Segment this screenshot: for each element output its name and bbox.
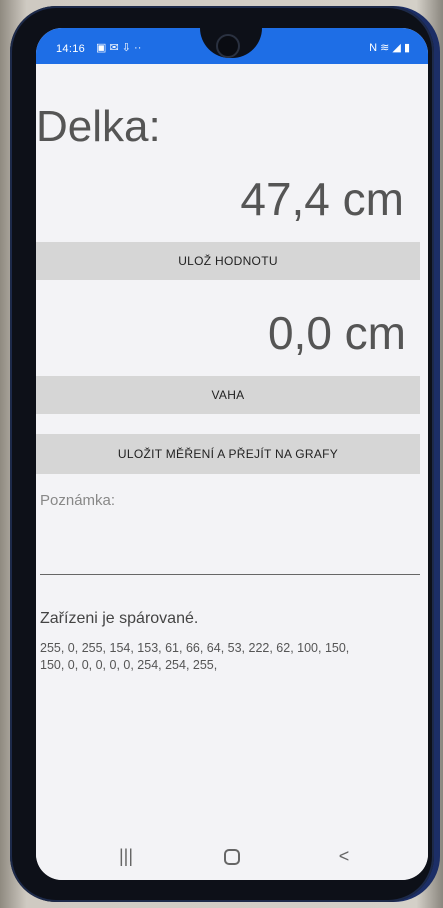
recent-apps-icon: |||: [118, 846, 134, 866]
length-value: 47,4 cm: [240, 173, 404, 225]
more-icon: ··: [134, 42, 142, 54]
status-right-icons: N ≋ ◢ ▮: [369, 41, 410, 54]
received-bytes: 255, 0, 255, 154, 153, 61, 66, 64, 53, 2…: [40, 640, 420, 674]
navigation-bar: ||| <: [36, 834, 428, 880]
download-icon: ⇩: [121, 42, 131, 54]
phone-frame: 14:16 ▣ ✉ ⇩ ·· N ≋ ◢ ▮ Delka: 47,4 cm UL…: [10, 6, 434, 902]
weight-button[interactable]: VAHA: [36, 376, 420, 414]
note-field[interactable]: Poznámka:: [40, 492, 115, 509]
page-title: Delka:: [36, 102, 161, 151]
home-icon: [224, 849, 240, 866]
notification-icon: ✉: [109, 42, 119, 54]
weight-value: 0,0 cm: [267, 307, 406, 359]
home-button[interactable]: [212, 842, 252, 870]
nfc-icon: N: [369, 42, 378, 54]
back-icon: <: [338, 846, 350, 866]
app-content: Delka: 47,4 cm ULOŽ HODNOTU 0,0 cm VAHA …: [36, 64, 428, 834]
device-status: Zařízeni je spárované.: [40, 610, 199, 627]
status-time: 14:16: [56, 43, 86, 55]
bytes-line-2: 150, 0, 0, 0, 0, 0, 254, 254, 255,: [40, 658, 218, 672]
front-camera: [216, 34, 240, 58]
gallery-icon: ▣: [96, 42, 107, 54]
bytes-line-1: 255, 0, 255, 154, 153, 61, 66, 64, 53, 2…: [40, 641, 350, 655]
back-button[interactable]: <: [324, 842, 364, 870]
recent-apps-button[interactable]: |||: [106, 842, 146, 870]
save-value-button[interactable]: ULOŽ HODNOTU: [36, 242, 420, 280]
signal-icon: ◢: [392, 42, 401, 54]
status-left-icons: ▣ ✉ ⇩ ··: [96, 41, 141, 54]
phone-screen: 14:16 ▣ ✉ ⇩ ·· N ≋ ◢ ▮ Delka: 47,4 cm UL…: [36, 28, 428, 880]
save-and-graph-button[interactable]: ULOŽIT MĚŘENÍ A PŘEJÍT NA GRAFY: [36, 434, 420, 474]
note-field-underline: [40, 574, 420, 575]
wifi-icon: ≋: [380, 42, 390, 54]
battery-icon: ▮: [403, 42, 410, 54]
